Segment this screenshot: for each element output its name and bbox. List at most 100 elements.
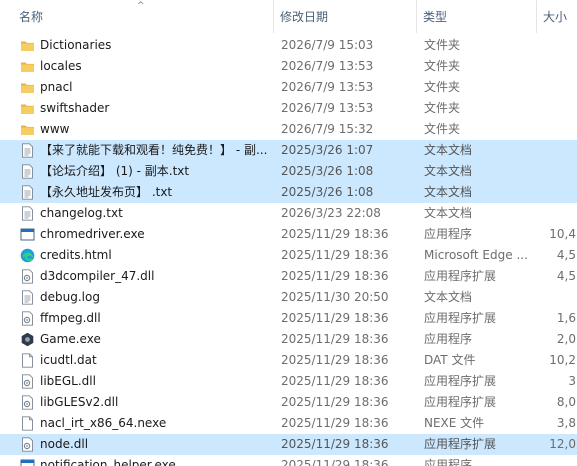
file-row[interactable]: 【永久地址发布页】 .txt 2025/3/26 1:08 文本文档: [0, 182, 577, 203]
file-type: 应用程序扩展: [424, 374, 497, 388]
file-name: credits.html: [40, 248, 112, 262]
file-list: Dictionaries 2026/7/9 15:03 文件夹 locales 2026…: [0, 35, 577, 466]
file-explorer: ^ 名称 修改日期 类型 大小 Dictionaries 2026/7/9 15:…: [0, 0, 577, 466]
text-file-icon: [20, 185, 35, 200]
text-file-icon: [20, 290, 35, 305]
text-file-icon: [20, 164, 35, 179]
file-name: ffmpeg.dll: [40, 311, 101, 325]
column-header-date[interactable]: 修改日期: [280, 0, 328, 33]
modified-date: 2025/11/29 18:36: [281, 416, 389, 430]
file-name: changelog.txt: [40, 206, 123, 220]
modified-date: 2025/11/29 18:36: [281, 269, 389, 283]
file-type: NEXE 文件: [424, 416, 485, 430]
file-row[interactable]: notification_helper.exe 2025/11/29 18:36 应…: [0, 455, 577, 466]
file-type: 文件夹: [424, 80, 461, 94]
file-name: www: [40, 122, 70, 136]
modified-date: 2025/11/29 18:36: [281, 437, 389, 451]
text-file-icon: [20, 206, 35, 221]
file-size: 10,2: [549, 353, 576, 367]
file-type: 应用程序扩展: [424, 269, 497, 283]
folder-row[interactable]: pnacl 2026/7/9 13:53 文件夹: [0, 77, 577, 98]
file-name: d3dcompiler_47.dll: [40, 269, 155, 283]
modified-date: 2025/11/29 18:36: [281, 248, 389, 262]
text-file-icon: [20, 143, 35, 158]
modified-date: 2026/7/9 13:53: [281, 80, 374, 94]
modified-date: 2025/11/29 18:36: [281, 353, 389, 367]
dll-file-icon: [20, 437, 35, 452]
modified-date: 2025/3/26 1:08: [281, 164, 374, 178]
file-type: 应用程序: [424, 227, 473, 241]
file-type: 文本文档: [424, 164, 473, 178]
file-row[interactable]: libEGL.dll 2025/11/29 18:36 应用程序扩展 3: [0, 371, 577, 392]
file-name: swiftshader: [40, 101, 110, 115]
file-type: 文件夹: [424, 122, 461, 136]
modified-date: 2026/7/9 13:53: [281, 59, 374, 73]
file-name: libEGL.dll: [40, 374, 96, 388]
file-name: debug.log: [40, 290, 100, 304]
folder-icon: [20, 59, 35, 74]
modified-date: 2025/11/29 18:36: [281, 374, 389, 388]
file-row[interactable]: d3dcompiler_47.dll 2025/11/29 18:36 应用程序扩展…: [0, 266, 577, 287]
file-size: 3,8: [556, 416, 576, 430]
file-name: notification_helper.exe: [40, 458, 176, 466]
sort-ascending-icon: ^: [137, 1, 145, 11]
game-app-icon: [20, 332, 35, 347]
file-name: nacl_irt_x86_64.nexe: [40, 416, 167, 430]
file-name: Game.exe: [40, 332, 101, 346]
file-row[interactable]: libGLESv2.dll 2025/11/29 18:36 应用程序扩展 8,0: [0, 392, 577, 413]
edge-icon: [20, 248, 35, 263]
file-name: 【来了就能下载和观看！纯免费！】 - 副...: [40, 143, 268, 157]
column-divider[interactable]: [273, 0, 274, 33]
dll-file-icon: [20, 395, 35, 410]
file-row[interactable]: credits.html 2025/11/29 18:36 Microsoft Ed…: [0, 245, 577, 266]
folder-row[interactable]: swiftshader 2026/7/9 13:53 文件夹: [0, 98, 577, 119]
column-divider[interactable]: [416, 0, 417, 33]
blank-file-icon: [20, 353, 35, 368]
file-row[interactable]: node.dll 2025/11/29 18:36 应用程序扩展 12,0: [0, 434, 577, 455]
column-header-type[interactable]: 类型: [423, 0, 447, 33]
column-header-size[interactable]: 大小: [543, 0, 567, 33]
file-type: Microsoft Edge ...: [424, 248, 528, 262]
folder-icon: [20, 80, 35, 95]
column-header: ^ 名称 修改日期 类型 大小: [0, 0, 577, 33]
file-type: 文件夹: [424, 59, 461, 73]
modified-date: 2025/11/29 18:36: [281, 332, 389, 346]
folder-row[interactable]: locales 2026/7/9 13:53 文件夹: [0, 56, 577, 77]
dll-file-icon: [20, 269, 35, 284]
file-row[interactable]: changelog.txt 2026/3/23 22:08 文本文档: [0, 203, 577, 224]
file-row[interactable]: 【论坛介绍】 (1) - 副本.txt 2025/3/26 1:08 文本文档: [0, 161, 577, 182]
file-size: 8,0: [556, 395, 576, 409]
folder-row[interactable]: www 2026/7/9 15:32 文件夹: [0, 119, 577, 140]
modified-date: 2025/11/29 18:36: [281, 227, 389, 241]
file-row[interactable]: debug.log 2025/11/30 20:50 文本文档: [0, 287, 577, 308]
modified-date: 2025/3/26 1:08: [281, 185, 374, 199]
file-row[interactable]: icudtl.dat 2025/11/29 18:36 DAT 文件 10,2: [0, 350, 577, 371]
file-name: Dictionaries: [40, 38, 112, 52]
file-type: 文本文档: [424, 290, 473, 304]
file-type: 应用程序扩展: [424, 395, 497, 409]
file-name: node.dll: [40, 437, 89, 451]
file-name: icudtl.dat: [40, 353, 97, 367]
file-row[interactable]: ffmpeg.dll 2025/11/29 18:36 应用程序扩展 1,6: [0, 308, 577, 329]
folder-icon: [20, 122, 35, 137]
file-row[interactable]: chromedriver.exe 2025/11/29 18:36 应用程序 10,4: [0, 224, 577, 245]
file-name: pnacl: [40, 80, 73, 94]
column-header-name[interactable]: 名称: [19, 0, 43, 33]
file-row[interactable]: Game.exe 2025/11/29 18:36 应用程序 2,0: [0, 329, 577, 350]
file-size: 2,0: [556, 332, 576, 346]
file-type: 应用程序: [424, 458, 473, 466]
folder-row[interactable]: Dictionaries 2026/7/9 15:03 文件夹: [0, 35, 577, 56]
modified-date: 2025/11/29 18:36: [281, 311, 389, 325]
file-type: 文本文档: [424, 143, 473, 157]
file-name: 【永久地址发布页】 .txt: [40, 185, 173, 199]
file-type: 应用程序扩展: [424, 311, 497, 325]
file-row[interactable]: 【来了就能下载和观看！纯免费！】 - 副... 2025/3/26 1:07 文本文…: [0, 140, 577, 161]
file-type: 应用程序: [424, 332, 473, 346]
file-size: 12,0: [549, 437, 576, 451]
modified-date: 2025/11/29 18:36: [281, 458, 389, 466]
file-name: chromedriver.exe: [40, 227, 145, 241]
file-row[interactable]: nacl_irt_x86_64.nexe 2025/11/29 18:36 NEXE…: [0, 413, 577, 434]
file-name: 【论坛介绍】 (1) - 副本.txt: [40, 164, 190, 178]
modified-date: 2026/3/23 22:08: [281, 206, 381, 220]
column-divider[interactable]: [536, 0, 537, 33]
